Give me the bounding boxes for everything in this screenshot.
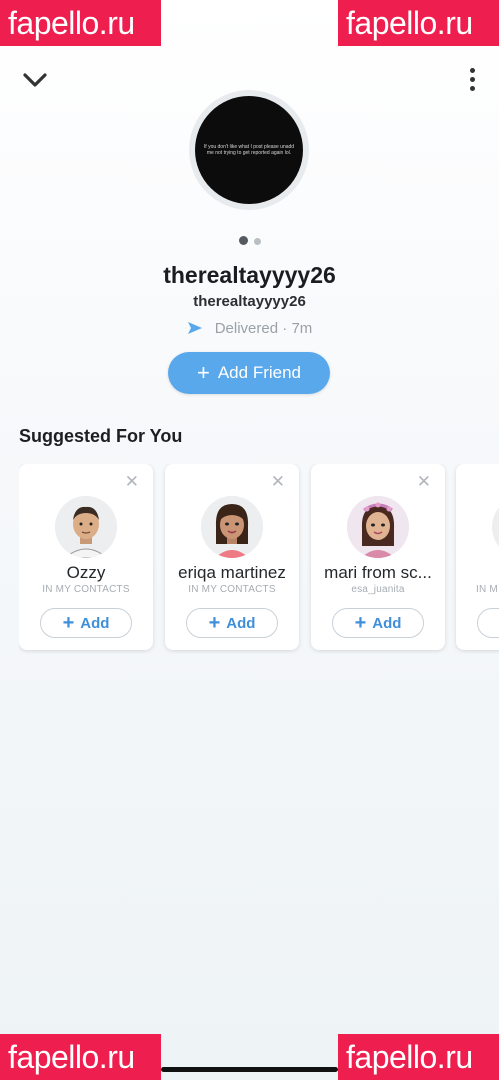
- status-text: Delivered: [214, 320, 279, 337]
- add-button[interactable]: + Add: [186, 608, 278, 638]
- bitmoji-avatar: [55, 496, 117, 558]
- plus-icon: +: [196, 360, 210, 385]
- suggested-name: mari from sc...: [324, 563, 432, 582]
- profile-avatar[interactable]: If you don't like what I post please una…: [189, 90, 309, 210]
- suggested-subtitle: IN MY CONTACTS: [188, 584, 276, 595]
- page-indicator: [0, 232, 499, 250]
- plus-icon: +: [208, 612, 221, 634]
- status-time: 7m: [291, 320, 313, 337]
- suggested-card[interactable]: ✕ mari from sc... esa_juanita + Add: [311, 464, 445, 650]
- more-vertical-icon[interactable]: [467, 68, 477, 96]
- add-label: Add: [226, 614, 256, 632]
- close-icon[interactable]: ✕: [271, 472, 285, 492]
- add-friend-label: Add Friend: [217, 363, 302, 382]
- display-name: therealtayyyy26: [163, 262, 336, 288]
- bitmoji-avatar: [201, 496, 263, 558]
- send-arrow-icon: [187, 322, 202, 334]
- suggested-subtitle: esa_juanita: [351, 584, 405, 595]
- add-button[interactable]: [477, 608, 499, 638]
- add-label: Add: [80, 614, 110, 632]
- suggested-card-partial[interactable]: IN M: [456, 464, 499, 650]
- status-separator: ·: [282, 320, 288, 337]
- watermark-bottom-right: fapello.ru: [338, 1034, 499, 1080]
- watermark-bottom-left: fapello.ru: [0, 1034, 161, 1080]
- suggested-card[interactable]: ✕ Ozzy IN MY CONTACTS + Add: [19, 464, 153, 650]
- bitmoji-avatar: [347, 496, 409, 558]
- add-button[interactable]: + Add: [40, 608, 132, 638]
- suggested-name: eriqa martinez: [178, 563, 286, 582]
- suggested-subtitle: IN MY CONTACTS: [42, 584, 130, 595]
- suggested-title: Suggested For You: [19, 426, 183, 446]
- delivery-status: Delivered · 7m: [0, 320, 499, 337]
- home-indicator[interactable]: [161, 1067, 338, 1072]
- avatar-caption: If you don't like what I post please una…: [195, 96, 303, 204]
- suggested-name: Ozzy: [66, 563, 106, 582]
- username: therealtayyyy26: [193, 293, 306, 310]
- suggested-card[interactable]: ✕ eriqa martinez IN MY CONTACTS + Add: [165, 464, 299, 650]
- page-dot-active: [238, 236, 248, 245]
- bitmoji-avatar: [492, 496, 499, 558]
- watermark-top-left: fapello.ru: [0, 0, 161, 46]
- page-dot: [253, 238, 261, 245]
- suggested-subtitle: IN M: [476, 584, 498, 595]
- watermark-top-right: fapello.ru: [338, 0, 499, 46]
- plus-icon: +: [354, 612, 367, 634]
- suggested-carousel[interactable]: ✕ Ozzy IN MY CONTACTS + Add ✕ eriqa mart…: [19, 464, 499, 654]
- close-icon[interactable]: ✕: [417, 472, 431, 492]
- close-icon[interactable]: ✕: [125, 472, 139, 492]
- chevron-down-icon[interactable]: [22, 70, 48, 90]
- add-friend-button[interactable]: + Add Friend: [168, 352, 330, 394]
- plus-icon: +: [62, 612, 75, 634]
- add-button[interactable]: + Add: [332, 608, 424, 638]
- add-label: Add: [372, 614, 402, 632]
